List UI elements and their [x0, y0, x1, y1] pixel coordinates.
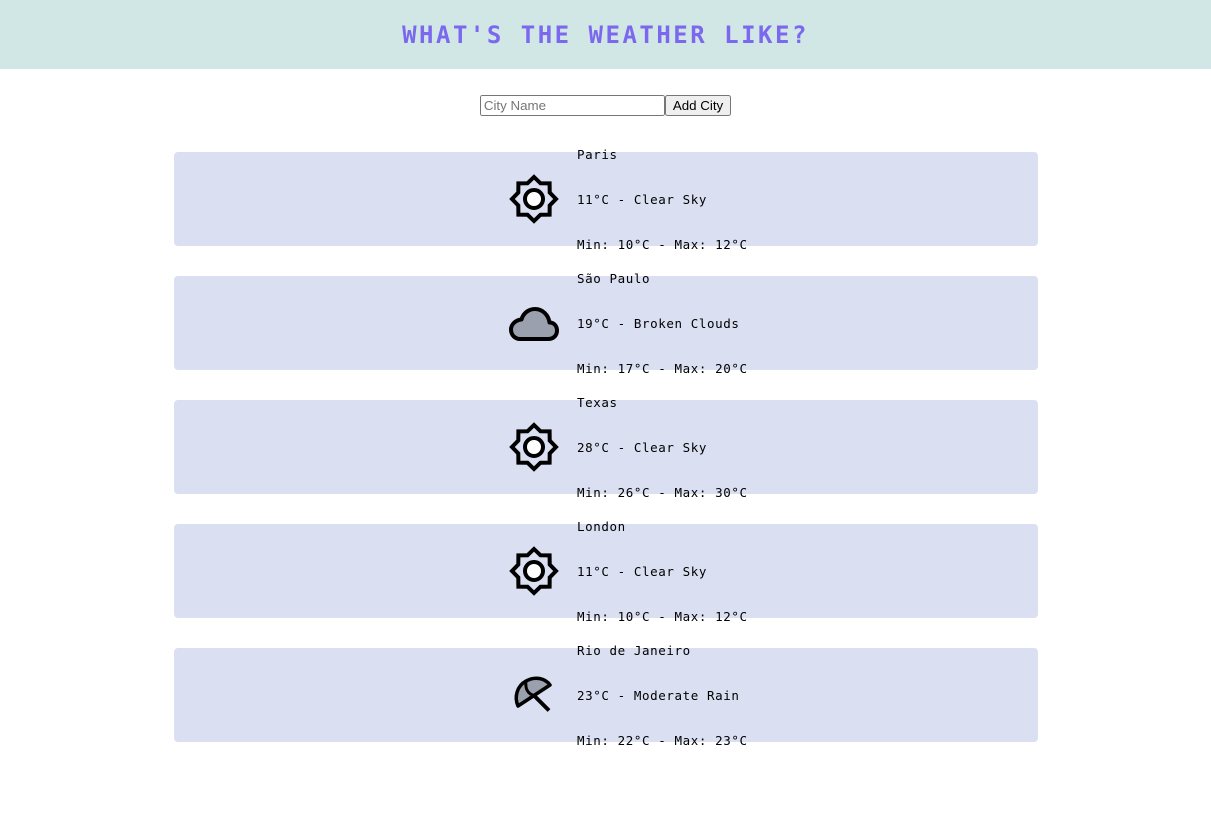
app-header: WHAT'S THE WEATHER LIKE?: [0, 0, 1211, 69]
city-card: Rio de Janeiro 23°C - Moderate Rain Min:…: [173, 643, 1038, 748]
city-card: London 11°C - Clear Sky Min: 10°C - Max:…: [173, 519, 1038, 624]
city-card: Paris 11°C - Clear Sky Min: 10°C - Max: …: [173, 147, 1038, 252]
city-temp-range: Min: 22°C - Max: 23°C: [577, 732, 748, 748]
city-name: Texas: [577, 394, 618, 410]
city-condition: 28°C - Clear Sky: [577, 439, 708, 455]
city-name: Paris: [577, 146, 618, 162]
city-card: Texas 28°C - Clear Sky Min: 26°C - Max: …: [173, 395, 1038, 500]
sun-icon: [508, 545, 560, 597]
sun-icon: [508, 421, 560, 473]
city-name: Rio de Janeiro: [577, 642, 691, 658]
city-condition: 11°C - Clear Sky: [577, 191, 708, 207]
city-card: São Paulo 19°C - Broken Clouds Min: 17°C…: [173, 271, 1038, 376]
umbrella-icon: [508, 669, 560, 721]
cloud-icon: [508, 297, 560, 349]
city-name: São Paulo: [577, 270, 651, 286]
city-condition: 23°C - Moderate Rain: [577, 687, 740, 703]
page-title: WHAT'S THE WEATHER LIKE?: [402, 20, 809, 49]
city-info: Rio de Janeiro 23°C - Moderate Rain Min:…: [577, 613, 777, 778]
sun-icon: [508, 173, 560, 225]
city-name: London: [577, 518, 626, 534]
city-name-input[interactable]: [479, 95, 665, 116]
city-list: Paris 11°C - Clear Sky Min: 10°C - Max: …: [0, 147, 1211, 748]
add-city-button[interactable]: Add City: [664, 95, 732, 116]
city-condition: 19°C - Broken Clouds: [577, 315, 740, 331]
city-condition: 11°C - Clear Sky: [577, 563, 708, 579]
